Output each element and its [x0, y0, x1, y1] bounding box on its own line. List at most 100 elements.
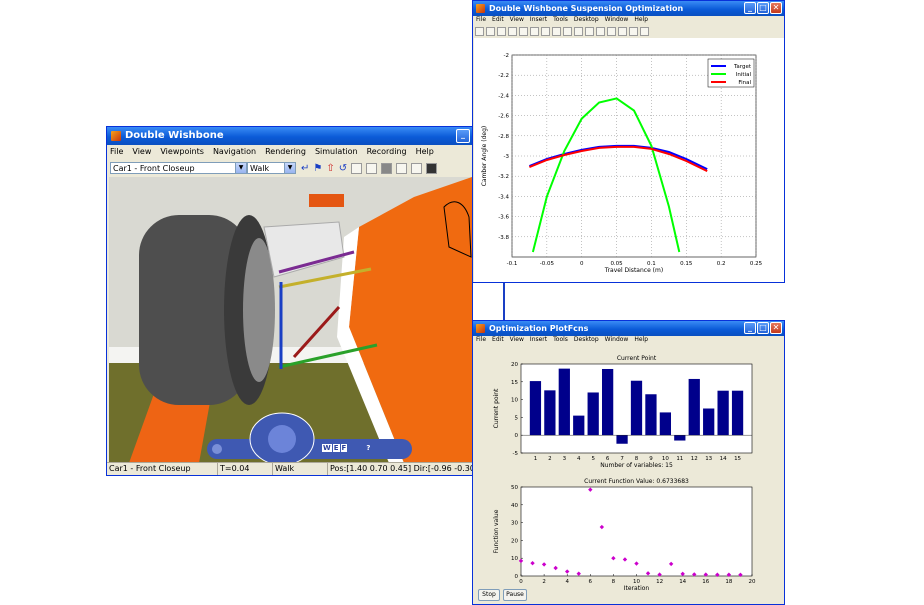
open-icon[interactable] [486, 27, 495, 36]
menu-file[interactable]: File [476, 336, 486, 345]
rotate-icon[interactable] [563, 27, 572, 36]
camber-chart[interactable]: -0.1 -0.05 0 0.05 0.1 0.15 0.2 0.25-2-2.2-2.4-2… [474, 38, 784, 282]
nav-wheel-center[interactable] [268, 425, 296, 453]
menu-view[interactable]: View [510, 336, 524, 345]
menu-edit[interactable]: Edit [492, 16, 504, 25]
y-tick-label: 30 [511, 521, 518, 527]
menu-view[interactable]: View [510, 16, 524, 25]
menu-edit[interactable]: Edit [492, 336, 504, 345]
stop-button[interactable]: Stop [478, 589, 500, 601]
menu-rendering[interactable]: Rendering [265, 147, 306, 158]
menu-viewpoints[interactable]: Viewpoints [160, 147, 204, 158]
x-tick-label: 16 [702, 579, 709, 585]
plotfcns-charts[interactable]: Current Point-5051015201 2 3 4 5 6 7 8 9 10 11 12 13… [474, 347, 784, 592]
bar-y-axis-label: Current point [493, 388, 500, 428]
colorbar-icon[interactable] [607, 27, 616, 36]
x-tick-label: 1 [534, 456, 538, 462]
save-icon[interactable] [497, 27, 506, 36]
nav-e-button[interactable]: E [332, 444, 340, 452]
minimize-icon[interactable]: _ [744, 322, 756, 334]
data-cursor-icon[interactable] [574, 27, 583, 36]
x-tick-label: 3 [563, 456, 567, 462]
y-tick-label: -2.6 [498, 114, 509, 120]
menu-simulation[interactable]: Simulation [315, 147, 358, 158]
menu-file[interactable]: File [476, 16, 486, 25]
zoom-in-icon[interactable] [530, 27, 539, 36]
y-tick-label: -3.4 [498, 194, 509, 200]
zoom-out-icon[interactable] [541, 27, 550, 36]
zoom-in-icon[interactable] [351, 162, 363, 174]
dock-icon[interactable] [640, 27, 649, 36]
camera-icon[interactable] [426, 162, 438, 174]
nav-mode-select[interactable]: Walk ▼ [247, 162, 296, 174]
legend-icon[interactable] [618, 27, 627, 36]
menu-window[interactable]: Window [605, 16, 629, 25]
status-mode: Walk [273, 463, 328, 475]
close-icon[interactable]: ✕ [770, 322, 782, 334]
menu-navigation[interactable]: Navigation [213, 147, 256, 158]
dw-menu-bar: File View Viewpoints Navigation Renderin… [107, 147, 472, 158]
minimize-icon[interactable]: _ [456, 129, 470, 143]
menu-window[interactable]: Window [605, 336, 629, 345]
menu-help[interactable]: Help [634, 336, 648, 345]
legend-label: Target [733, 64, 752, 70]
headlight-icon[interactable] [381, 162, 393, 174]
orange-beam [309, 194, 344, 207]
nav-f-button[interactable]: F [340, 444, 348, 452]
menu-tools[interactable]: Tools [553, 336, 568, 345]
plotfcns-title-bar[interactable]: Optimization PlotFcns _ □ ✕ [473, 321, 784, 336]
y-tick-label: 0 [515, 574, 519, 580]
help-icon[interactable]: ? [366, 444, 370, 452]
nav-buttons: W E F ? [322, 444, 370, 452]
menu-file[interactable]: File [110, 147, 123, 158]
opt-toolbar [473, 26, 784, 37]
close-icon[interactable] [212, 444, 222, 454]
new-figure-icon[interactable] [475, 27, 484, 36]
menu-view[interactable]: View [132, 147, 151, 158]
vr-scene[interactable] [109, 177, 472, 463]
menu-insert[interactable]: Insert [530, 16, 547, 25]
y-tick-label: 15 [511, 380, 518, 386]
pause-button[interactable]: Pause [503, 589, 527, 601]
menu-recording[interactable]: Recording [367, 147, 407, 158]
maximize-icon[interactable]: □ [757, 322, 769, 334]
chevron-down-icon[interactable]: ▼ [284, 163, 295, 173]
undo-move-icon[interactable]: ↺ [339, 163, 347, 174]
bar [587, 392, 599, 436]
y-tick-label: 0 [515, 433, 519, 439]
close-icon[interactable]: ✕ [770, 2, 782, 14]
brush-icon[interactable] [585, 27, 594, 36]
print-icon[interactable] [508, 27, 517, 36]
hide-tools-icon[interactable] [629, 27, 638, 36]
nav-w-button[interactable]: W [322, 444, 332, 452]
pan-icon[interactable] [552, 27, 561, 36]
record-icon[interactable] [411, 162, 423, 174]
flag-icon[interactable]: ⚑ [313, 163, 322, 174]
link-icon[interactable] [596, 27, 605, 36]
block-icon[interactable] [396, 162, 408, 174]
nav-up-icon[interactable]: ⇧ [326, 163, 334, 174]
scatter-y-axis-label: Function value [493, 509, 500, 553]
viewpoint-select[interactable]: Car1 - Front Closeup ▼ [110, 162, 247, 174]
pointer-icon[interactable] [519, 27, 528, 36]
y-tick-label: 20 [511, 362, 518, 368]
menu-desktop[interactable]: Desktop [574, 336, 599, 345]
maximize-icon[interactable]: □ [757, 2, 769, 14]
minimize-icon[interactable]: _ [744, 2, 756, 14]
chevron-down-icon[interactable]: ▼ [235, 163, 246, 173]
straighten-up-icon[interactable]: ↵ [301, 163, 309, 174]
y-tick-label: 20 [511, 538, 518, 544]
opt-title-bar[interactable]: Double Wishbone Suspension Optimization … [473, 1, 784, 16]
menu-desktop[interactable]: Desktop [574, 16, 599, 25]
zoom-out-icon[interactable] [366, 162, 378, 174]
y-tick-label: -2 [504, 53, 509, 59]
opt-window-title: Double Wishbone Suspension Optimization [489, 4, 684, 13]
dw-toolbar: ↵ ⚑ ⇧ ↺ [299, 162, 472, 174]
dw-status-bar: Car1 - Front Closeup T=0.04 Walk Pos:[1.… [107, 462, 472, 475]
scatter-chart-title: Current Function Value: 0.6733683 [584, 478, 689, 485]
menu-insert[interactable]: Insert [530, 336, 547, 345]
menu-help[interactable]: Help [416, 147, 434, 158]
menu-help[interactable]: Help [634, 16, 648, 25]
menu-tools[interactable]: Tools [553, 16, 568, 25]
dw-title-bar[interactable]: Double Wishbone _ [107, 127, 472, 145]
